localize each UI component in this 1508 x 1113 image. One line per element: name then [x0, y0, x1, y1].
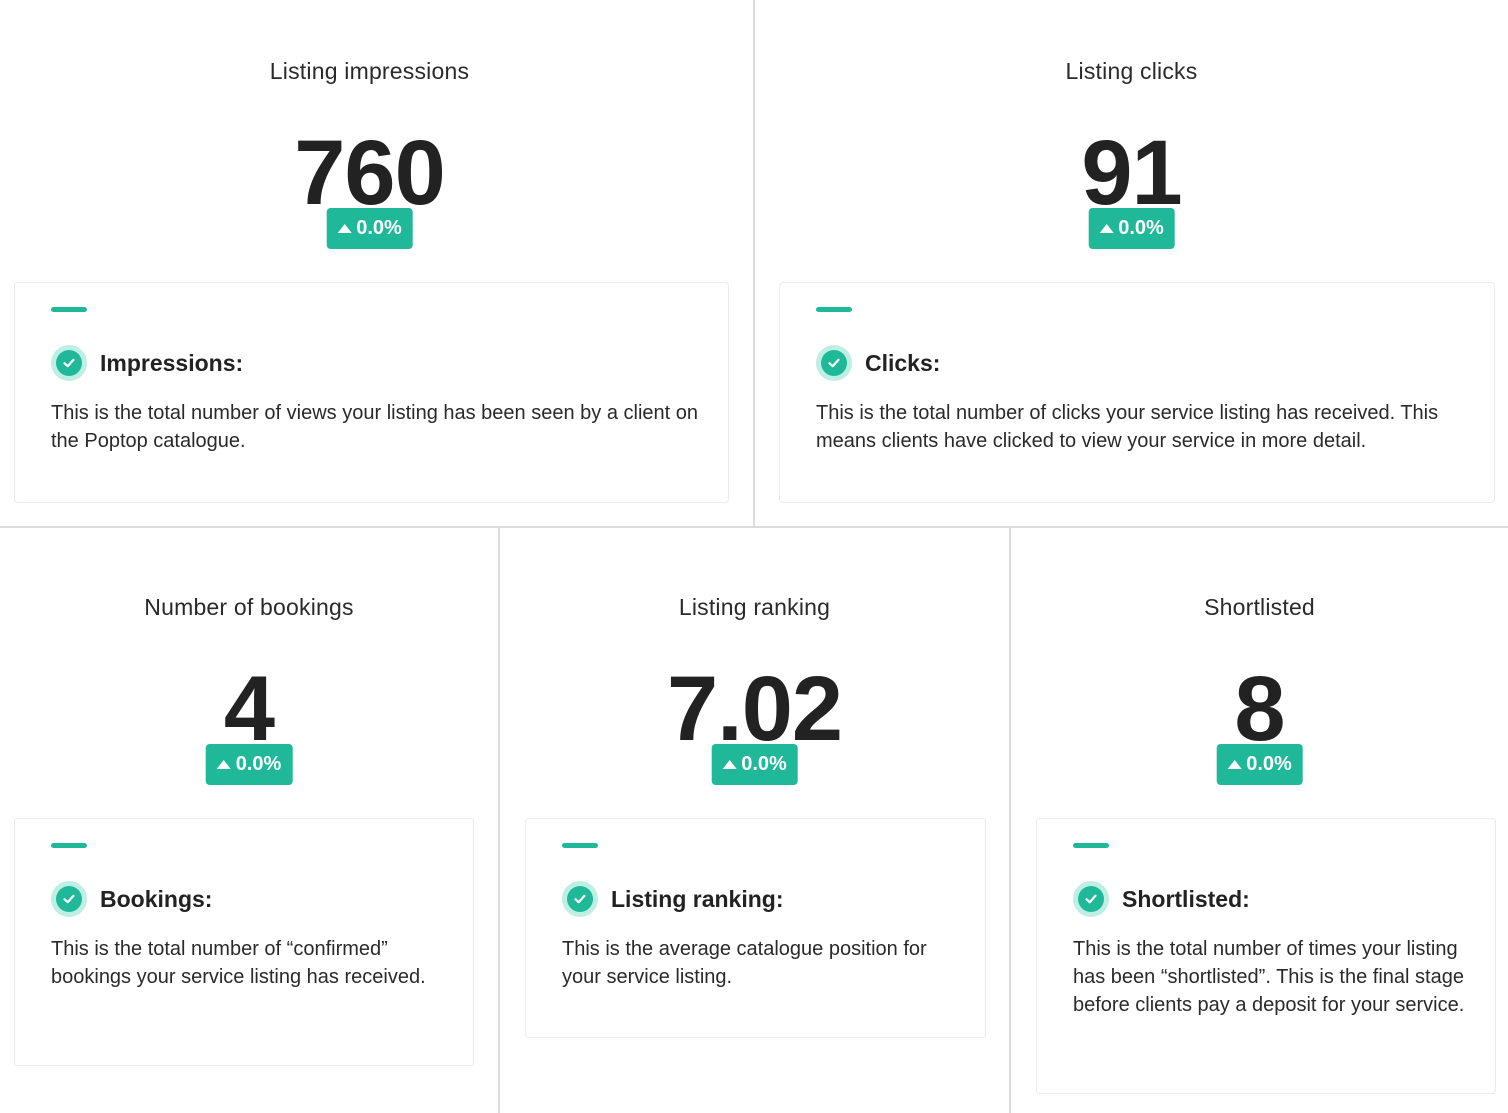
info-card: Shortlisted: This is the total number of… [1036, 818, 1496, 1094]
info-card: Bookings: This is the total number of “c… [14, 818, 474, 1066]
accent-bar [562, 843, 598, 848]
stat-title: Listing clicks [1065, 58, 1198, 84]
stats-row-top: Listing impressions 760 0.0% Impressions… [0, 0, 1508, 528]
stat-shortlisted: Shortlisted 8 0.0% Shortlisted: This is … [1011, 528, 1508, 1113]
stats-row-bottom: Number of bookings 4 0.0% Bookings: This… [0, 528, 1508, 1113]
stat-listing-clicks: Listing clicks 91 0.0% Clicks: This is t… [755, 0, 1508, 526]
accent-bar [1073, 843, 1109, 848]
stat-title: Listing impressions [269, 58, 470, 84]
change-badge: 0.0% [711, 744, 798, 785]
change-value: 0.0% [741, 753, 787, 775]
stats-dashboard: Listing impressions 760 0.0% Impressions… [0, 0, 1508, 1113]
info-header: Bookings: [51, 881, 212, 917]
accent-bar [816, 307, 852, 312]
triangle-up-icon [337, 224, 352, 233]
info-card: Impressions: This is the total number of… [14, 282, 729, 503]
stat-title: Number of bookings [144, 594, 354, 620]
info-heading: Impressions: [100, 349, 244, 376]
change-badge: 0.0% [205, 744, 293, 785]
info-card: Listing ranking: This is the average cat… [525, 818, 986, 1038]
info-header: Shortlisted: [1073, 881, 1250, 917]
accent-bar [51, 843, 87, 848]
triangle-up-icon [722, 760, 737, 769]
triangle-up-icon [1227, 760, 1242, 769]
change-value: 0.0% [1246, 753, 1292, 775]
info-header: Impressions: [51, 345, 243, 381]
change-value: 0.0% [356, 217, 402, 239]
change-value: 0.0% [235, 753, 282, 775]
stat-title: Listing ranking [678, 594, 831, 620]
change-badge: 0.0% [326, 208, 413, 249]
info-description: This is the total number of clicks your … [816, 402, 1439, 452]
check-circle-icon [51, 881, 87, 917]
info-heading: Bookings: [100, 885, 213, 912]
info-header: Clicks: [816, 345, 940, 381]
accent-bar [51, 307, 87, 312]
check-circle-icon [816, 345, 852, 381]
info-header: Listing ranking: [562, 881, 784, 917]
info-heading: Clicks: [865, 349, 941, 376]
check-circle-icon [51, 345, 87, 381]
triangle-up-icon [1099, 224, 1114, 233]
stat-number-of-bookings: Number of bookings 4 0.0% Bookings: This… [0, 528, 500, 1113]
info-heading: Shortlisted: [1122, 885, 1250, 912]
change-badge: 0.0% [1088, 208, 1175, 249]
triangle-up-icon [216, 760, 231, 769]
stat-title: Shortlisted [1204, 594, 1315, 620]
info-description: This is the average catalogue position f… [562, 938, 927, 988]
change-value: 0.0% [1118, 217, 1164, 239]
info-card: Clicks: This is the total number of clic… [779, 282, 1495, 503]
info-description: This is the total number of “confirmed” … [51, 938, 426, 988]
stat-listing-ranking: Listing ranking 7.02 0.0% Listing rankin… [500, 528, 1011, 1113]
info-heading: Listing ranking: [611, 885, 784, 912]
stat-listing-impressions: Listing impressions 760 0.0% Impressions… [0, 0, 755, 526]
check-circle-icon [1073, 881, 1109, 917]
check-circle-icon [562, 881, 598, 917]
info-description: This is the total number of views your l… [51, 402, 699, 452]
info-description: This is the total number of times your l… [1073, 938, 1465, 1016]
change-badge: 0.0% [1216, 744, 1303, 785]
